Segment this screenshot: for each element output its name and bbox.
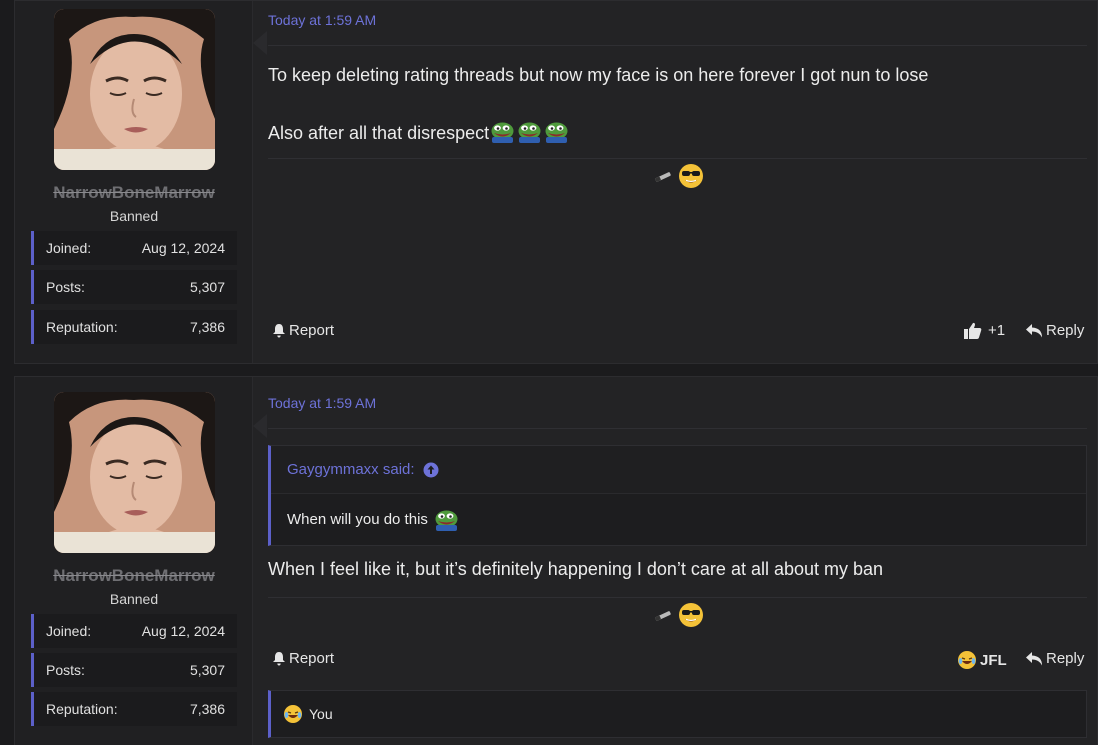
message-text: Also after all that disrespect	[268, 123, 490, 143]
stat-label: Reputation:	[46, 319, 118, 335]
pepe-laugh-emoji	[516, 121, 543, 143]
message-line: When I feel like it, but it’s definitely…	[268, 559, 884, 579]
post: NarrowBoneMarrow Banned Joined: Aug 12, …	[14, 376, 1098, 745]
user-title: Banned	[109, 208, 159, 224]
sunglasses-emoji	[677, 601, 705, 629]
stat-value: 5,307	[189, 662, 225, 678]
message-line-with-emoji: Also after all that disrespect	[268, 121, 570, 144]
laughing-crying-emoji	[957, 650, 977, 670]
reply-button[interactable]: Reply	[1026, 650, 1084, 667]
reactions-summary[interactable]: You	[268, 690, 1087, 738]
reply-button[interactable]: Reply	[1026, 322, 1084, 339]
report-label: Report	[289, 322, 335, 339]
reply-icon	[1026, 651, 1042, 665]
avatar[interactable]	[54, 9, 215, 170]
post-arrow	[253, 414, 267, 438]
cigarette-icon	[651, 608, 675, 622]
reactions-summary-text: You	[309, 706, 333, 722]
quote-body: When will you do this	[271, 494, 1086, 545]
stat-reputation: Reputation: 7,386	[31, 310, 237, 344]
stat-label: Reputation:	[46, 701, 118, 717]
bell-icon	[273, 324, 285, 338]
stat-joined: Joined: Aug 12, 2024	[31, 614, 237, 648]
divider	[268, 428, 1087, 429]
username[interactable]: NarrowBoneMarrow	[15, 566, 253, 586]
thumbs-up-icon	[964, 322, 982, 339]
signature-emoji	[651, 601, 705, 629]
arrow-up-circle-icon[interactable]	[423, 462, 439, 478]
reaction-label: JFL	[980, 651, 1007, 669]
pepe-laugh-emoji	[543, 121, 570, 143]
avatar[interactable]	[54, 392, 215, 553]
stat-value: Aug 12, 2024	[141, 240, 225, 256]
post-timestamp[interactable]: Today at 1:59 AM	[268, 395, 376, 411]
stat-label: Posts:	[46, 662, 85, 678]
post-timestamp[interactable]: Today at 1:59 AM	[268, 12, 376, 28]
user-info-panel: NarrowBoneMarrow Banned Joined: Aug 12, …	[15, 377, 253, 745]
stat-joined: Joined: Aug 12, 2024	[31, 231, 237, 265]
pepe-emoji	[433, 509, 460, 531]
pepe-laugh-emoji	[489, 121, 516, 143]
quote-header: Gaygymmaxx said:	[271, 446, 1086, 494]
report-button[interactable]: Report	[272, 322, 334, 339]
stat-value: 7,386	[189, 319, 225, 335]
message-line: To keep deleting rating threads but now …	[268, 65, 929, 85]
stat-label: Posts:	[46, 279, 85, 295]
like-button[interactable]: +1	[964, 322, 1005, 339]
post-arrow	[253, 31, 267, 55]
sunglasses-emoji	[677, 162, 705, 190]
divider	[268, 45, 1087, 46]
stat-label: Joined:	[46, 623, 92, 639]
stat-posts: Posts: 5,307	[31, 653, 237, 687]
quote-author[interactable]: Gaygymmaxx said:	[287, 461, 415, 478]
reply-label: Reply	[1046, 650, 1085, 667]
divider	[268, 597, 1087, 598]
user-title: Banned	[109, 591, 159, 607]
stat-reputation: Reputation: 7,386	[31, 692, 237, 726]
like-count: +1	[988, 322, 1006, 339]
laughing-crying-emoji	[283, 704, 303, 724]
stat-value: 5,307	[189, 279, 225, 295]
cigarette-icon	[651, 169, 675, 183]
quote-block: Gaygymmaxx said: When will you do this	[268, 445, 1087, 546]
stat-label: Joined:	[46, 240, 92, 256]
stat-posts: Posts: 5,307	[31, 270, 237, 304]
post-content: Today at 1:59 AM To keep deleting rating…	[268, 1, 1087, 363]
reaction-button[interactable]: JFL	[957, 650, 1007, 670]
post-actions: Report JFL Reply	[268, 650, 1087, 674]
post-content: Today at 1:59 AM Gaygymmaxx said: When w…	[268, 377, 1087, 745]
user-info-panel: NarrowBoneMarrow Banned Joined: Aug 12, …	[15, 1, 253, 363]
report-button[interactable]: Report	[272, 650, 334, 667]
post-actions: Report +1 Reply	[268, 322, 1087, 346]
signature-emoji	[651, 162, 705, 190]
stat-value: 7,386	[189, 701, 225, 717]
reply-icon	[1026, 323, 1042, 337]
quote-text: When will you do this	[287, 511, 428, 528]
report-label: Report	[289, 650, 335, 667]
divider	[268, 158, 1087, 159]
bell-icon	[273, 652, 285, 666]
username[interactable]: NarrowBoneMarrow	[15, 183, 253, 203]
stat-value: Aug 12, 2024	[141, 623, 225, 639]
post: NarrowBoneMarrow Banned Joined: Aug 12, …	[14, 0, 1098, 364]
reply-label: Reply	[1046, 322, 1085, 339]
